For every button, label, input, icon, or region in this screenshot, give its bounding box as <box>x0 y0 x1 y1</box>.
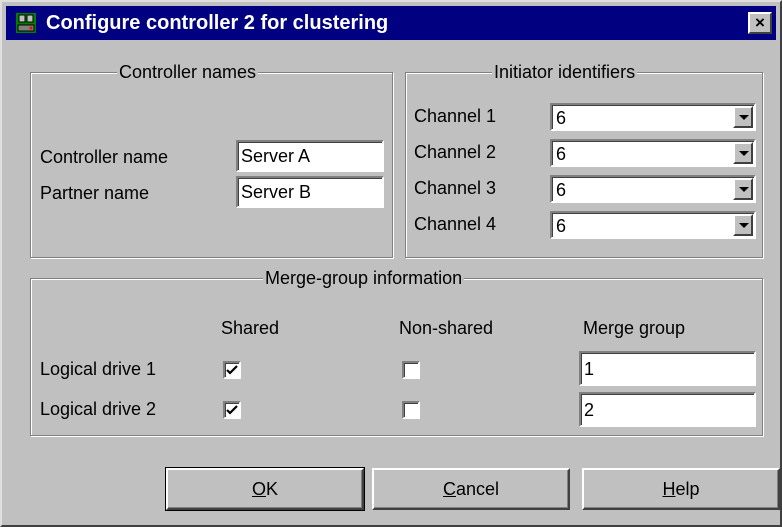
partner-name-input[interactable]: Server B <box>236 176 384 208</box>
logical-drive-2-merge-group-input[interactable]: 2 <box>579 392 756 427</box>
cancel-button[interactable]: Cancel <box>372 468 570 510</box>
channel-3-select[interactable]: 6 <box>550 175 756 203</box>
controller-name-label: Controller name <box>40 147 169 167</box>
chevron-down-icon[interactable] <box>733 106 753 128</box>
shared-column-header: Shared <box>221 318 280 338</box>
partner-name-value: Server B <box>241 182 312 202</box>
channel-4-select[interactable]: 6 <box>550 211 756 239</box>
merge-group-information-group: Merge-group information Shared Non-share… <box>30 267 763 436</box>
channel-1-label: Channel 1 <box>414 106 497 126</box>
title-bar[interactable]: Configure controller 2 for clustering × <box>6 6 776 40</box>
logical-drive-2-label: Logical drive 2 <box>40 399 157 419</box>
help-label-rest: elp <box>675 479 700 499</box>
channel-3-value: 6 <box>556 180 567 200</box>
checkmark-icon <box>226 365 238 375</box>
channel-4-label: Channel 4 <box>414 214 497 234</box>
merge-group-legend: Merge-group information <box>263 267 465 289</box>
partner-name-label: Partner name <box>40 183 150 203</box>
initiator-identifiers-group: Initiator identifiers Channel 1 6 Channe… <box>405 61 763 258</box>
help-mnemonic: H <box>662 479 676 499</box>
chevron-down-icon[interactable] <box>733 214 753 236</box>
initiator-identifiers-legend: Initiator identifiers <box>492 61 638 83</box>
logical-drive-2-nonshared-checkbox[interactable] <box>402 401 420 419</box>
cluster-app-icon <box>16 13 36 33</box>
window-title: Configure controller 2 for clustering <box>46 12 389 34</box>
channel-2-label: Channel 2 <box>414 142 497 162</box>
channel-1-value: 6 <box>556 108 567 128</box>
channel-2-select[interactable]: 6 <box>550 139 756 167</box>
dialog-window: Configure controller 2 for clustering × … <box>0 0 782 527</box>
controller-name-input[interactable]: Server A <box>236 140 384 172</box>
checkmark-icon <box>226 405 238 415</box>
cancel-label-rest: ancel <box>455 479 500 499</box>
logical-drive-1-label: Logical drive 1 <box>40 359 157 379</box>
help-button[interactable]: Help <box>582 468 780 510</box>
ok-mnemonic: O <box>251 479 266 499</box>
controller-name-value: Server A <box>241 146 311 166</box>
controller-names-group: Controller names Controller name Server … <box>30 61 393 258</box>
channel-4-value: 6 <box>556 216 567 236</box>
ok-label-rest: K <box>266 479 279 499</box>
logical-drive-2-merge-group-value: 2 <box>584 400 595 420</box>
cancel-mnemonic: C <box>442 479 456 499</box>
ok-button[interactable]: OK <box>165 467 365 511</box>
close-button[interactable]: × <box>748 12 772 34</box>
chevron-down-icon[interactable] <box>733 178 753 200</box>
logical-drive-1-shared-checkbox[interactable] <box>223 361 241 379</box>
logical-drive-1-merge-group-input[interactable]: 1 <box>579 351 756 386</box>
logical-drive-2-shared-checkbox[interactable] <box>223 401 241 419</box>
channel-1-select[interactable]: 6 <box>550 103 756 131</box>
controller-names-legend: Controller names <box>117 61 259 83</box>
nonshared-column-header: Non-shared <box>399 318 494 338</box>
channel-3-label: Channel 3 <box>414 178 497 198</box>
channel-2-value: 6 <box>556 144 567 164</box>
merge-group-column-header: Merge group <box>583 318 686 338</box>
logical-drive-1-merge-group-value: 1 <box>584 359 595 379</box>
chevron-down-icon[interactable] <box>733 142 753 164</box>
logical-drive-1-nonshared-checkbox[interactable] <box>402 361 420 379</box>
